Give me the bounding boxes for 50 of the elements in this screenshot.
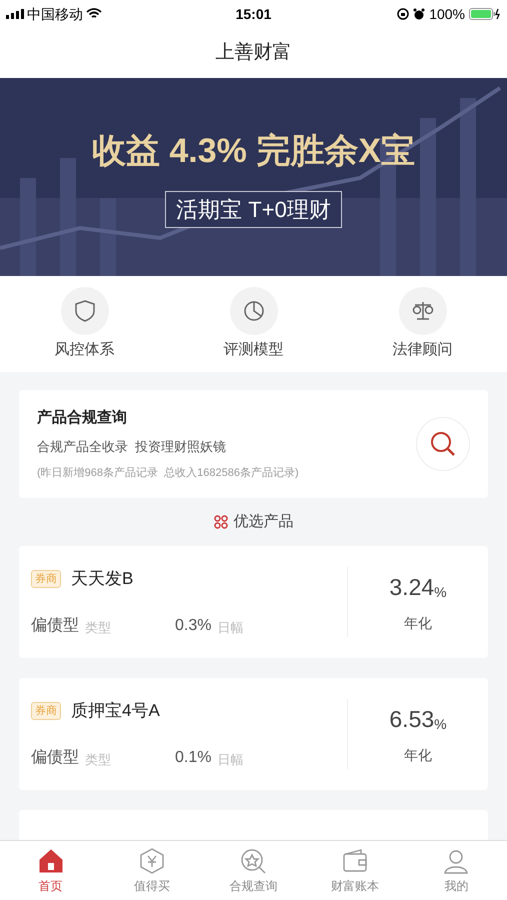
type-label: 类型: [85, 751, 111, 770]
daily-change: 0.3%: [175, 616, 212, 636]
card-note: (昨日新增968条产品记录 总收入1682586条产品记录): [37, 466, 300, 481]
change-label: 日幅: [217, 751, 244, 770]
battery-percent: 100%: [429, 4, 465, 24]
grid-icon: [214, 515, 228, 529]
product-type: 偏债型: [31, 748, 79, 768]
home-icon: [36, 846, 65, 874]
rate-label: 年化: [404, 614, 432, 633]
tab-bar-item[interactable]: 首页: [6, 846, 96, 894]
product-card[interactable]: 券商 质押宝4号A 偏债型 类型 0.1% 日幅 6.53% 年化: [19, 678, 488, 790]
wallet-icon: [340, 846, 369, 874]
product-card[interactable]: 券商 天天发B 偏债型 类型 0.3% 日幅 3.24% 年化: [19, 546, 488, 658]
tab-bar-item[interactable]: 我的: [411, 846, 502, 894]
banner-headline: 收益 4.3% 完胜余X宝: [92, 131, 416, 172]
daily-change: 0.1%: [175, 748, 212, 768]
shortcut-button[interactable]: 法律顾问: [362, 286, 482, 362]
card-subtitle: 合规产品全收录 投资理财照妖镜: [37, 438, 228, 456]
type-label: 类型: [85, 619, 111, 638]
shortcut-button[interactable]: 评测模型: [194, 286, 314, 362]
rate-label: 年化: [404, 746, 432, 765]
shortcut-button[interactable]: 风控体系: [24, 286, 144, 362]
tab-bar-item[interactable]: 财富账本: [310, 846, 400, 894]
product-tag: 券商: [31, 702, 61, 720]
product-tag: 券商: [31, 570, 61, 588]
battery-charging-icon: [469, 8, 501, 20]
wifi-icon: [86, 8, 102, 20]
annual-rate: 6.53: [389, 705, 434, 734]
search-icon: [239, 846, 268, 874]
banner-subtitle: 活期宝 T+0理财: [165, 191, 342, 228]
section-title: 优选产品: [234, 512, 294, 532]
change-label: 日幅: [217, 619, 244, 638]
product-name: 天天发B: [71, 568, 134, 590]
product-name: 质押宝4号A: [71, 700, 160, 722]
hexagon-yen-icon: [138, 846, 166, 874]
carrier-name: 中国移动: [27, 4, 83, 24]
page-title: 上善财富: [216, 40, 292, 65]
tab-bar-item[interactable]: 值得买: [107, 846, 198, 894]
card-title: 产品合规查询: [37, 408, 128, 428]
alarm-icon: [413, 8, 426, 20]
compliance-card[interactable]: 产品合规查询 合规产品全收录 投资理财照妖镜 (昨日新增968条产品记录 总收入1682586条产品记录): [19, 390, 488, 498]
signal-icon: [6, 9, 24, 19]
search-icon: [416, 417, 470, 471]
annual-rate: 3.24: [389, 573, 434, 602]
clock-time: 15:01: [236, 4, 272, 24]
rotation-lock-icon: [397, 8, 410, 20]
rate-unit: %: [434, 582, 447, 602]
rate-unit: %: [434, 714, 447, 734]
tab-bar-item[interactable]: 合规查询: [208, 846, 298, 894]
product-type: 偏债型: [31, 616, 79, 636]
